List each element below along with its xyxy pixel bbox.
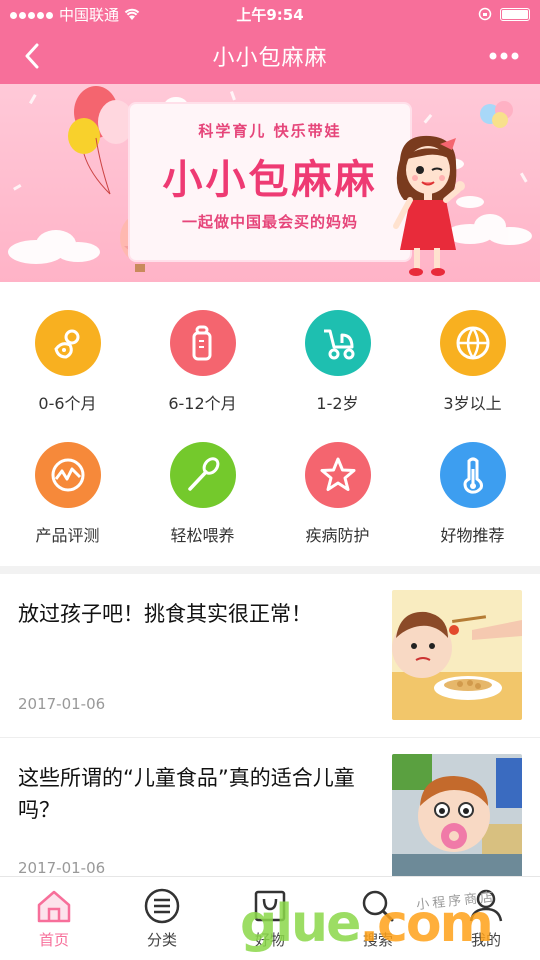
- category-label: 轻松喂养: [170, 526, 235, 545]
- chart-icon: [34, 442, 101, 508]
- chevron-left-icon: [25, 43, 39, 69]
- category-disease-prevention[interactable]: 疾病防护: [270, 414, 405, 546]
- category-3-plus-years[interactable]: 3岁以上: [405, 282, 540, 414]
- carrier-name: 中国联通: [59, 5, 120, 24]
- category-good-picks[interactable]: 好物推荐: [405, 414, 540, 546]
- star-icon: [304, 442, 371, 508]
- battery-icon: [500, 7, 530, 21]
- banner-subtitle: 科学育儿 快乐带娃: [198, 122, 342, 140]
- tab-category[interactable]: 分类: [108, 877, 216, 960]
- category-label: 好物推荐: [440, 526, 505, 545]
- article-date: 2017-01-06: [18, 695, 106, 713]
- baby-bottle-icon: [169, 310, 236, 376]
- more-dots-icon: [489, 52, 519, 60]
- banner-slogan: 一起做中国最会买的妈妈: [181, 213, 358, 231]
- category-label: 疾病防护: [305, 526, 370, 545]
- nav-bar: 小小包麻麻: [0, 28, 540, 84]
- wifi-icon: [124, 8, 140, 20]
- tab-label: 首页: [38, 931, 69, 949]
- search-icon: [362, 890, 394, 922]
- banner-title: 小小包麻麻: [162, 156, 378, 203]
- category-product-review[interactable]: 产品评测: [0, 414, 135, 546]
- article-date: 2017-01-06: [18, 859, 106, 877]
- spoon-icon: [169, 442, 236, 508]
- cartoon-mom-illustration: [393, 135, 465, 276]
- category-0-6-months[interactable]: 0-6个月: [0, 282, 135, 414]
- category-label: 1-2岁: [316, 394, 359, 413]
- more-button[interactable]: [482, 38, 526, 74]
- signal-icon: [10, 5, 55, 23]
- page-title: 小小包麻麻: [212, 46, 328, 71]
- tab-label: 好物: [254, 931, 285, 949]
- category-easy-feeding[interactable]: 轻松喂养: [135, 414, 270, 546]
- stroller-icon: [304, 310, 371, 376]
- category-label: 0-6个月: [38, 394, 97, 413]
- thermometer-icon: [439, 442, 506, 508]
- article-thumbnail: [392, 590, 522, 720]
- article-list: 放过孩子吧！挑食其实很正常！ 2017-01-06 这些所谓的“儿童食品”真的适…: [0, 574, 540, 902]
- article-thumbnail: [392, 754, 522, 884]
- category-label: 3岁以上: [443, 394, 502, 413]
- tab-profile[interactable]: 我的: [432, 877, 540, 960]
- article-title: 这些所谓的“儿童食品”真的适合儿童吗？: [18, 766, 355, 822]
- user-icon: [469, 889, 503, 922]
- tab-label: 搜索: [362, 931, 393, 949]
- category-6-12-months[interactable]: 6-12个月: [135, 282, 270, 414]
- pacifier-icon: [34, 310, 101, 376]
- category-grid: 0-6个月 6-12个月 1-2岁 3岁以上 产品评测 轻松喂养 疾病防护 好物…: [0, 282, 540, 566]
- ball-icon: [439, 310, 506, 376]
- category-label: 产品评测: [35, 526, 100, 545]
- tab-home[interactable]: 首页: [0, 877, 108, 960]
- back-button[interactable]: [14, 38, 50, 74]
- tab-label: 我的: [470, 931, 501, 949]
- category-label: 6-12个月: [168, 394, 237, 413]
- status-bar: 中国联通 上午9:54: [0, 0, 540, 28]
- tab-search[interactable]: 搜索: [324, 877, 432, 960]
- category-1-2-years[interactable]: 1-2岁: [270, 282, 405, 414]
- tab-bar: 首页 分类 好物 搜索 我的: [0, 876, 540, 960]
- promo-banner[interactable]: 科学育儿 快乐带娃 小小包麻麻 一起做中国最会买的妈妈: [0, 84, 540, 282]
- article-title: 放过孩子吧！挑食其实很正常！: [18, 602, 312, 626]
- list-icon: [144, 888, 180, 924]
- rotation-lock-icon: [478, 7, 492, 21]
- home-icon: [37, 890, 71, 923]
- bag-icon: [254, 890, 286, 922]
- banner-card: 科学育儿 快乐带娃 小小包麻麻 一起做中国最会买的妈妈: [128, 102, 412, 262]
- tab-goods[interactable]: 好物: [216, 877, 324, 960]
- article-item[interactable]: 放过孩子吧！挑食其实很正常！ 2017-01-06: [0, 574, 540, 738]
- tab-label: 分类: [146, 931, 177, 949]
